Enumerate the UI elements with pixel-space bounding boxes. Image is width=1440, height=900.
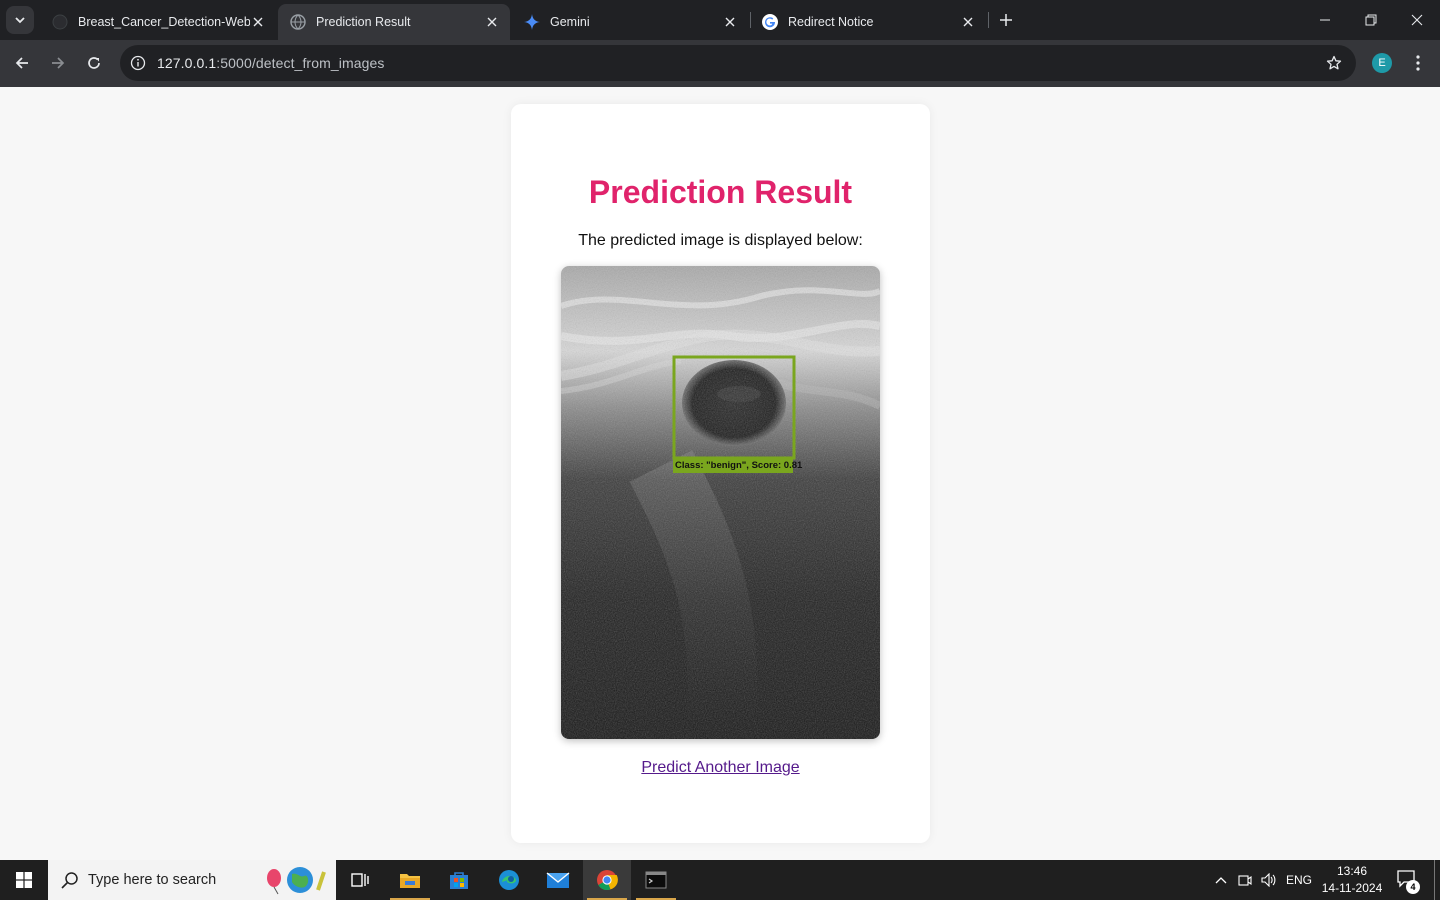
windows-logo-icon bbox=[16, 872, 32, 888]
notification-badge: 4 bbox=[1406, 880, 1420, 894]
search-highlight-illustration-icon bbox=[267, 867, 326, 895]
predict-another-link-container: Predict Another Image bbox=[511, 759, 930, 777]
terminal-taskbar-button[interactable] bbox=[632, 860, 680, 900]
task-view-button[interactable] bbox=[336, 860, 384, 900]
arrow-right-icon bbox=[52, 57, 65, 69]
chrome-icon bbox=[597, 870, 618, 891]
new-tab-button[interactable] bbox=[994, 8, 1018, 32]
google-g-icon bbox=[762, 14, 778, 30]
tab-prediction-result[interactable]: Prediction Result bbox=[278, 4, 510, 40]
windows-taskbar: Type here to search ENG 13:46 14-11-2024… bbox=[0, 860, 1440, 900]
tab-title: Redirect Notice bbox=[788, 15, 874, 29]
tab-strip: Breast_Cancer_Detection-Web_ Prediction … bbox=[0, 0, 1440, 40]
close-icon bbox=[1411, 14, 1423, 26]
result-card: Prediction Result The predicted image is… bbox=[511, 104, 930, 843]
mail-icon bbox=[546, 872, 570, 888]
folder-icon bbox=[400, 874, 420, 888]
tab-title: Prediction Result bbox=[316, 15, 411, 29]
minimize-button[interactable] bbox=[1302, 0, 1348, 40]
github-icon bbox=[52, 14, 68, 30]
window-close-button[interactable] bbox=[1394, 0, 1440, 40]
globe-icon bbox=[290, 14, 306, 30]
profile-avatar[interactable]: E bbox=[1372, 53, 1392, 73]
taskbar-clock[interactable]: 13:46 14-11-2024 bbox=[1320, 863, 1384, 897]
url-text: 127.0.0.1:5000/detect_from_images bbox=[157, 55, 384, 71]
taskbar-search[interactable]: Type here to search bbox=[48, 860, 336, 900]
tab-github[interactable]: Breast_Cancer_Detection-Web_ bbox=[40, 4, 276, 40]
bookmark-star-icon[interactable] bbox=[1324, 53, 1344, 73]
address-bar[interactable]: 127.0.0.1:5000/detect_from_images bbox=[120, 45, 1356, 81]
gemini-sparkle-icon bbox=[524, 14, 540, 30]
site-info-icon[interactable] bbox=[128, 53, 148, 73]
reload-button[interactable] bbox=[79, 48, 109, 78]
tab-gemini[interactable]: Gemini bbox=[512, 4, 748, 40]
clock-date: 14-11-2024 bbox=[1321, 881, 1383, 895]
result-subtitle: The predicted image is displayed below: bbox=[578, 232, 863, 249]
profile-initial: E bbox=[1378, 57, 1386, 69]
chrome-taskbar-button[interactable] bbox=[583, 860, 631, 900]
volume-tray-icon[interactable] bbox=[1258, 860, 1280, 900]
close-icon[interactable] bbox=[250, 14, 266, 30]
url-host: 127.0.0.1 bbox=[157, 55, 217, 71]
clock-time: 13:46 bbox=[1336, 864, 1368, 878]
chevron-up-icon bbox=[1215, 877, 1227, 884]
tab-separator bbox=[988, 12, 989, 28]
reload-icon bbox=[88, 57, 100, 69]
close-icon[interactable] bbox=[722, 14, 738, 30]
browser-menu-button[interactable] bbox=[1406, 48, 1430, 78]
language-text: ENG bbox=[1285, 873, 1312, 887]
plus-icon bbox=[1000, 14, 1012, 26]
close-icon[interactable] bbox=[960, 14, 976, 30]
close-icon[interactable] bbox=[484, 14, 500, 30]
browser-toolbar: 127.0.0.1:5000/detect_from_images E bbox=[0, 40, 1440, 87]
page-viewport: Prediction Result The predicted image is… bbox=[0, 87, 1440, 860]
kebab-menu-icon bbox=[1416, 55, 1420, 71]
arrow-left-icon bbox=[15, 57, 28, 69]
restore-button[interactable] bbox=[1348, 0, 1394, 40]
speaker-icon bbox=[1261, 873, 1276, 887]
restore-icon bbox=[1365, 14, 1377, 26]
detection-label: Class: "benign", Score: 0.81 bbox=[673, 458, 803, 473]
notification-center-button[interactable]: 4 bbox=[1396, 868, 1420, 894]
terminal-icon bbox=[645, 871, 667, 889]
microsoft-store-taskbar-button[interactable] bbox=[435, 860, 483, 900]
ultrasound-image-graphic bbox=[561, 266, 880, 739]
tab-search-button[interactable] bbox=[6, 6, 34, 34]
mail-taskbar-button[interactable] bbox=[534, 860, 582, 900]
predicted-ultrasound-image: Class: "benign", Score: 0.81 bbox=[561, 266, 880, 739]
task-view-icon bbox=[351, 873, 369, 887]
search-icon bbox=[61, 872, 78, 889]
edge-icon bbox=[499, 870, 519, 890]
tab-title: Gemini bbox=[550, 15, 590, 29]
forward-button[interactable] bbox=[43, 48, 73, 78]
file-explorer-taskbar-button[interactable] bbox=[386, 860, 434, 900]
url-path: :5000/detect_from_images bbox=[216, 55, 385, 71]
language-indicator[interactable]: ENG bbox=[1284, 860, 1314, 900]
meet-now-tray-icon[interactable] bbox=[1235, 860, 1255, 900]
predict-another-link[interactable]: Predict Another Image bbox=[641, 759, 799, 776]
store-bag-icon bbox=[450, 872, 468, 889]
page-title: Prediction Result bbox=[588, 174, 853, 210]
tab-redirect-notice[interactable]: Redirect Notice bbox=[750, 4, 986, 40]
camera-icon bbox=[1238, 875, 1252, 886]
edge-taskbar-button[interactable] bbox=[485, 860, 533, 900]
back-button[interactable] bbox=[7, 48, 37, 78]
show-desktop-button[interactable] bbox=[1434, 860, 1435, 900]
search-placeholder: Type here to search bbox=[88, 872, 217, 888]
show-hidden-icons-button[interactable] bbox=[1210, 860, 1232, 900]
minimize-icon bbox=[1320, 19, 1330, 21]
start-button[interactable] bbox=[0, 860, 48, 900]
tab-title: Breast_Cancer_Detection-Web_ bbox=[78, 15, 250, 29]
chevron-down-icon bbox=[15, 17, 25, 24]
